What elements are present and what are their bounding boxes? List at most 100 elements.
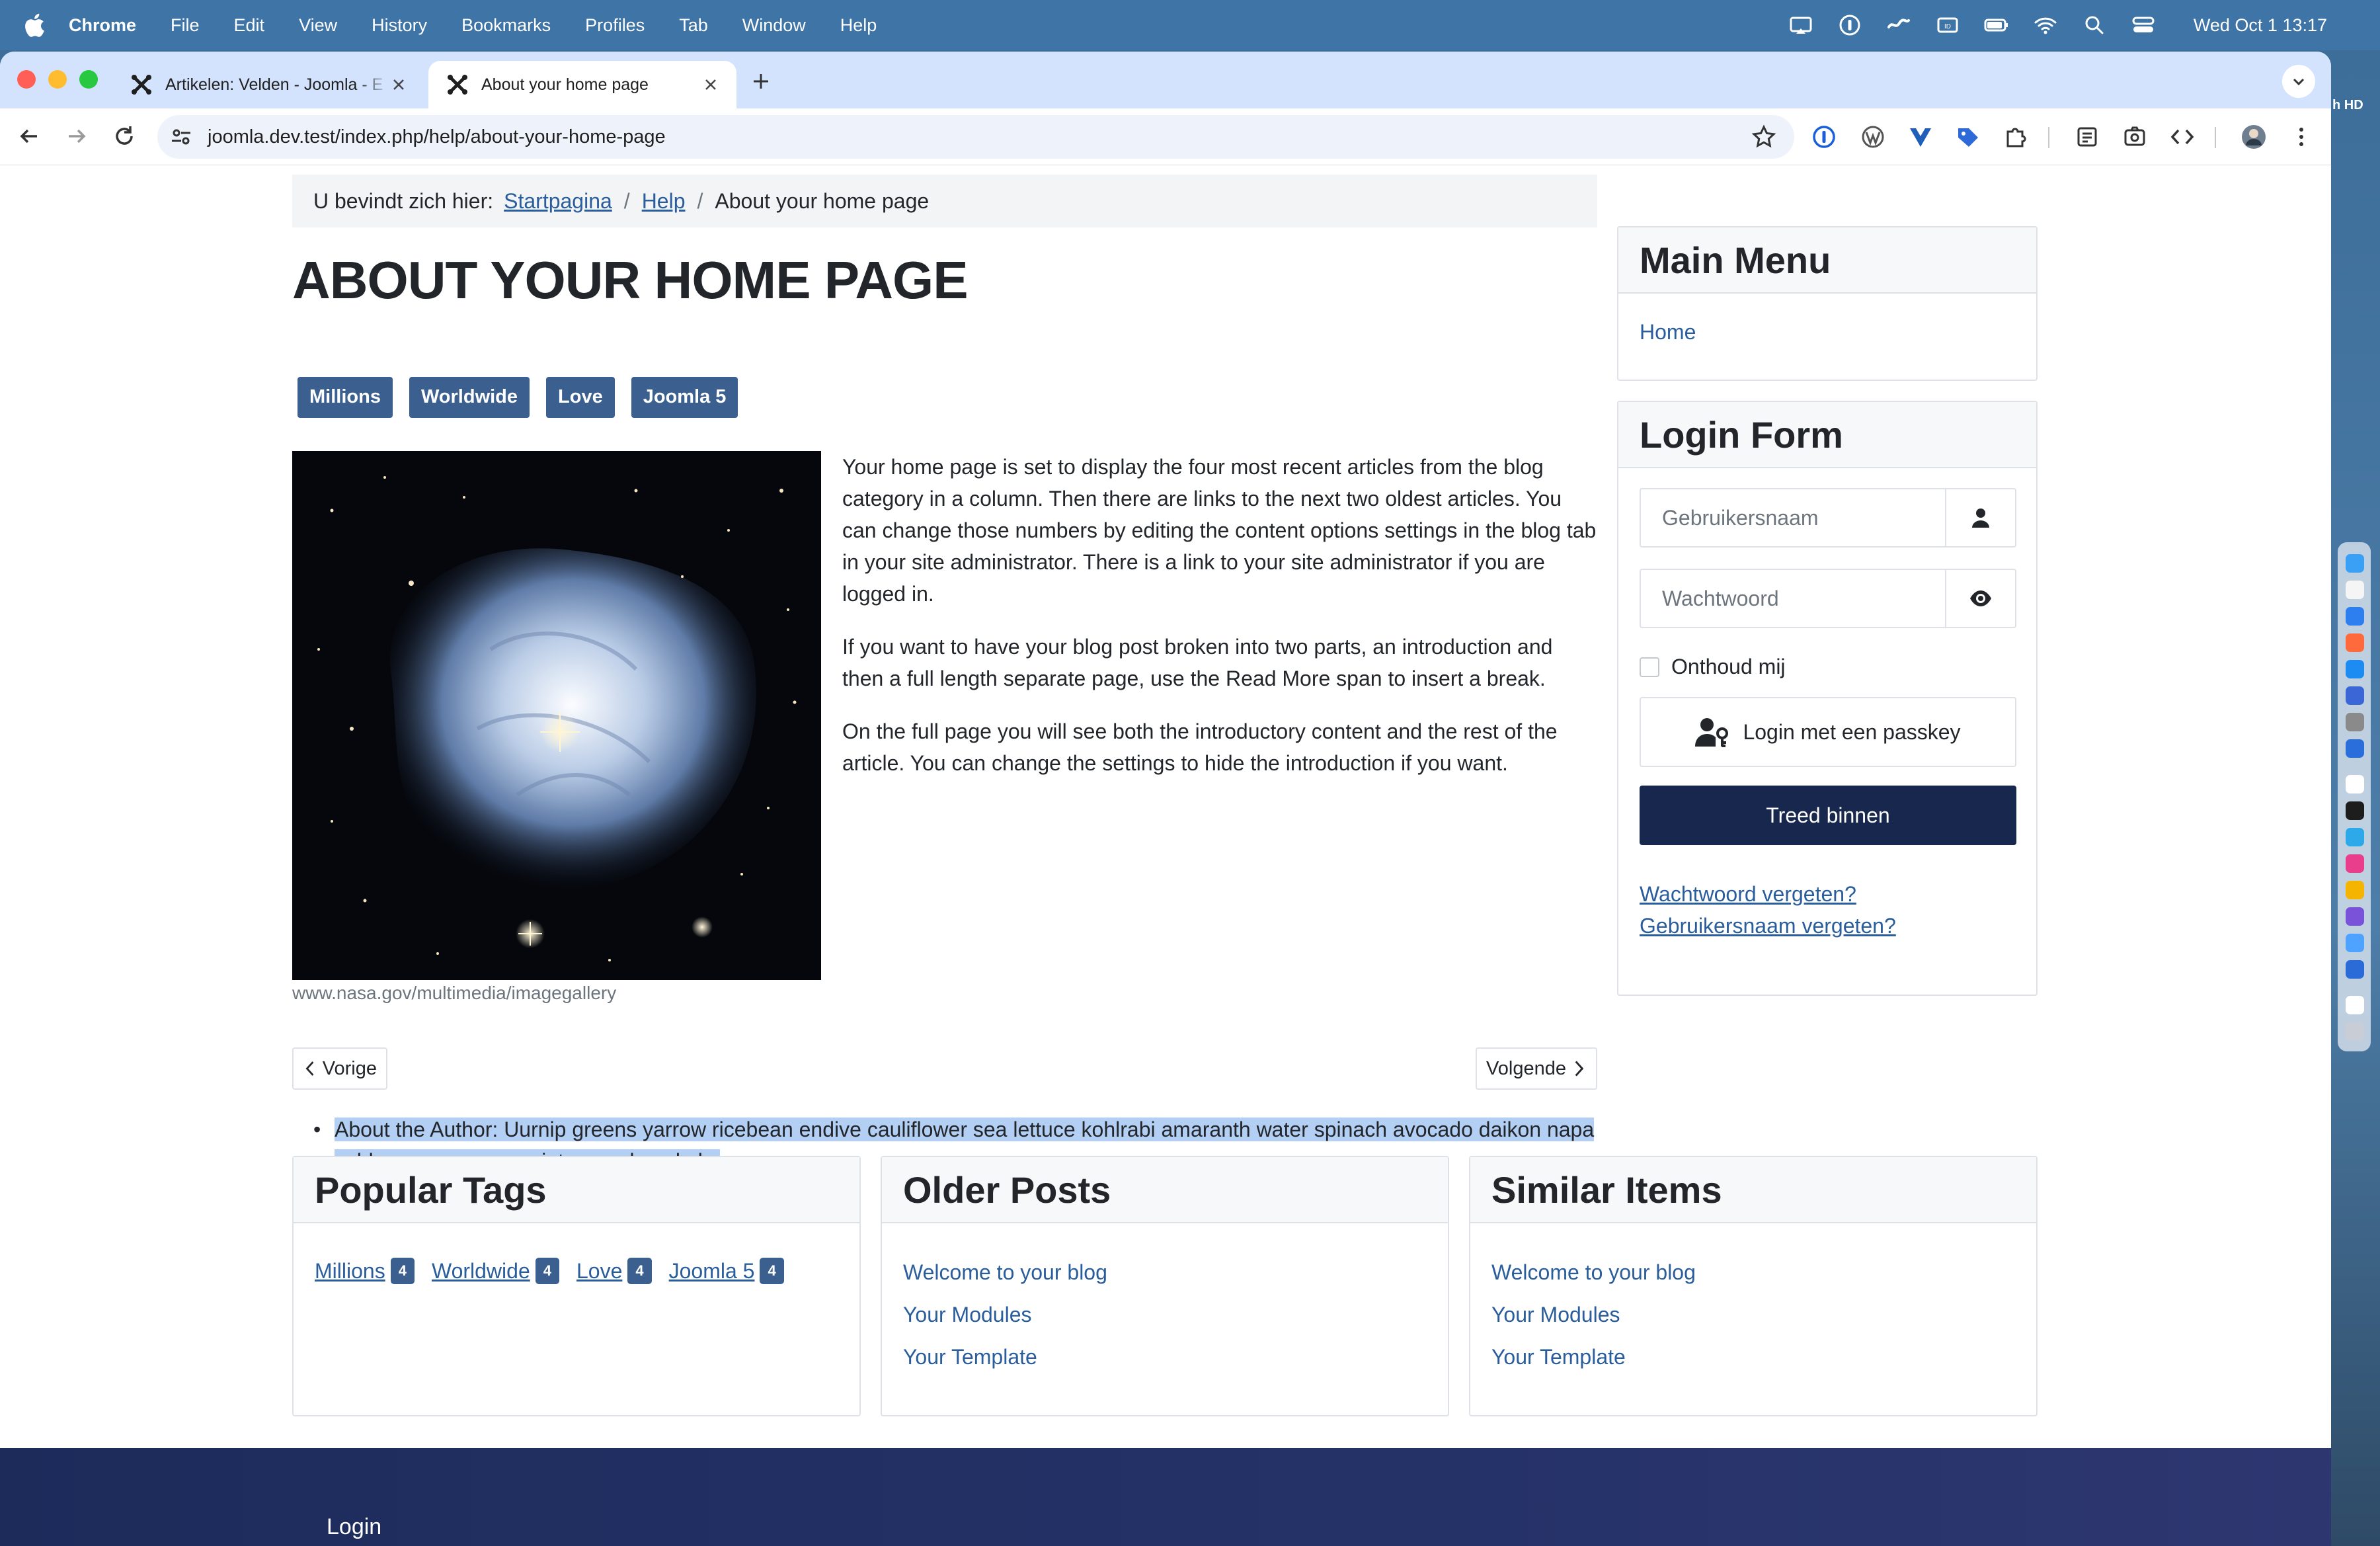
similar-item-link[interactable]: Welcome to your blog: [1491, 1260, 1696, 1285]
new-tab-icon[interactable]: [750, 70, 772, 93]
reload-icon[interactable]: [111, 123, 138, 149]
onepassword-icon[interactable]: [2346, 960, 2364, 979]
terminal-icon[interactable]: [2346, 801, 2364, 820]
close-tab-icon[interactable]: [390, 76, 407, 93]
previous-article-button[interactable]: Vorige: [292, 1047, 387, 1090]
close-window-button[interactable]: [17, 70, 36, 89]
password-icon[interactable]: [1837, 12, 1863, 38]
svg-text:ID: ID: [1944, 23, 1951, 30]
older-post-link[interactable]: Your Template: [903, 1345, 1037, 1369]
forgot-password-link[interactable]: Wachtwoord vergeten?: [1640, 878, 1896, 910]
vscode-icon[interactable]: [2346, 739, 2364, 758]
tag-love[interactable]: Love: [546, 377, 615, 418]
app-icon[interactable]: [2346, 907, 2364, 926]
address-bar[interactable]: joomla.dev.test/index.php/help/about-you…: [157, 115, 1794, 159]
username-input[interactable]: [1641, 489, 1945, 546]
control-center-icon[interactable]: [2130, 12, 2157, 38]
tab-artikelen[interactable]: Artikelen: Velden - Joomla - E: [112, 61, 424, 108]
password-input[interactable]: [1641, 570, 1945, 627]
trash-icon[interactable]: [2346, 1022, 2364, 1041]
slack-icon[interactable]: [2346, 686, 2364, 705]
menu-profiles[interactable]: Profiles: [585, 15, 645, 36]
menu-help[interactable]: Help: [840, 15, 877, 36]
next-article-button[interactable]: Volgende: [1476, 1047, 1597, 1090]
similar-item-link[interactable]: Your Modules: [1491, 1303, 1620, 1327]
page-title: ABOUT YOUR HOME PAGE: [292, 251, 969, 309]
toolbar-divider: [2048, 127, 2049, 148]
apple-icon[interactable]: [0, 13, 69, 37]
devtools-code-icon[interactable]: [2168, 123, 2196, 151]
footer-login-link[interactable]: Login: [327, 1514, 381, 1540]
tab-about-your-home-page[interactable]: About your home page: [428, 61, 736, 108]
docker-icon[interactable]: [2346, 828, 2364, 846]
close-tab-icon[interactable]: [702, 76, 719, 93]
id-icon[interactable]: ID: [1934, 12, 1961, 38]
launchpad-icon[interactable]: [2346, 581, 2364, 599]
app-store-icon[interactable]: [2346, 660, 2364, 678]
menu-app-name[interactable]: Chrome: [69, 15, 136, 36]
screen-mirroring-icon[interactable]: [1788, 12, 1814, 38]
search-icon[interactable]: [2081, 12, 2108, 38]
screenshot-icon[interactable]: [2121, 123, 2149, 151]
forgot-username-link[interactable]: Gebruikersnaam vergeten?: [1640, 910, 1896, 942]
menu-item-home[interactable]: Home: [1640, 320, 1696, 344]
menu-window[interactable]: Window: [742, 15, 806, 36]
firefox-icon[interactable]: [2346, 633, 2364, 652]
passkey-login-button[interactable]: Login met een passkey: [1640, 697, 2016, 767]
battery-icon[interactable]: [1983, 12, 2010, 38]
vue-devtools-extension-icon[interactable]: [1907, 123, 1934, 151]
more-menu-icon[interactable]: [2287, 123, 2315, 151]
minimize-window-button[interactable]: [48, 70, 67, 89]
bookmark-star-icon[interactable]: [1751, 124, 1777, 150]
menu-edit[interactable]: Edit: [234, 15, 265, 36]
safari-icon[interactable]: [2346, 607, 2364, 626]
show-password-eye-icon[interactable]: [1945, 570, 2015, 627]
menu-file[interactable]: File: [171, 15, 200, 36]
older-post-link[interactable]: Welcome to your blog: [903, 1260, 1107, 1285]
breadcrumb-link-help[interactable]: Help: [642, 189, 686, 214]
remember-me-checkbox[interactable]: [1640, 657, 1659, 677]
remember-me[interactable]: Onthoud mij: [1640, 655, 1786, 679]
remember-me-label: Onthoud mij: [1671, 655, 1786, 678]
link-icon[interactable]: [1885, 12, 1912, 38]
chrome-icon[interactable]: [2346, 881, 2364, 899]
menu-tab[interactable]: Tab: [679, 15, 708, 36]
menu-view[interactable]: View: [299, 15, 337, 36]
back-icon[interactable]: [16, 123, 42, 149]
notes-icon[interactable]: [2346, 775, 2364, 793]
similar-item-link[interactable]: Your Template: [1491, 1345, 1626, 1369]
wifi-icon[interactable]: [2032, 12, 2059, 38]
similar-items-list: Welcome to your blog Your Modules Your T…: [1491, 1244, 2015, 1378]
tag-extension-icon[interactable]: [1954, 123, 1982, 151]
menubar-clock[interactable]: Wed Oct 1 13:17: [2194, 15, 2327, 36]
url-text[interactable]: joomla.dev.test/index.php/help/about-you…: [208, 126, 1751, 148]
tag-millions[interactable]: Millions: [298, 377, 393, 418]
settings-icon[interactable]: [2346, 713, 2364, 731]
older-post-link[interactable]: Your Modules: [903, 1303, 1032, 1327]
forward-icon[interactable]: [63, 123, 90, 149]
app-icon[interactable]: [2346, 854, 2364, 873]
menu-bookmarks[interactable]: Bookmarks: [461, 15, 551, 36]
site-settings-icon[interactable]: [167, 122, 196, 151]
tag-joomla-5[interactable]: Joomla 5: [631, 377, 738, 418]
wordpress-extension-icon[interactable]: [1859, 123, 1887, 151]
profile-avatar[interactable]: [2240, 123, 2268, 151]
finder-icon[interactable]: [2346, 554, 2364, 573]
menu-history[interactable]: History: [372, 15, 427, 36]
older-posts-card: Older Posts Welcome to your blog Your Mo…: [881, 1156, 1449, 1416]
login-submit-button[interactable]: Treed binnen: [1640, 786, 2016, 845]
tag-worldwide[interactable]: Worldwide: [409, 377, 530, 418]
onepassword-extension-icon[interactable]: [1810, 123, 1838, 151]
reading-list-icon[interactable]: [2073, 123, 2101, 151]
username-field-group: [1640, 488, 2016, 548]
tag-cloud-link-worldwide[interactable]: Worldwide: [432, 1259, 530, 1283]
breadcrumb-link-startpagina[interactable]: Startpagina: [504, 189, 612, 214]
tag-cloud-link-joomla-5[interactable]: Joomla 5: [669, 1259, 755, 1283]
tag-cloud-link-millions[interactable]: Millions: [315, 1259, 385, 1283]
extensions-puzzle-icon[interactable]: [2002, 123, 2030, 151]
app-icon[interactable]: [2346, 934, 2364, 952]
fullscreen-window-button[interactable]: [79, 70, 98, 89]
tag-cloud-link-love[interactable]: Love: [576, 1259, 622, 1283]
tab-search-button[interactable]: [2282, 65, 2315, 98]
document-icon[interactable]: [2346, 996, 2364, 1014]
